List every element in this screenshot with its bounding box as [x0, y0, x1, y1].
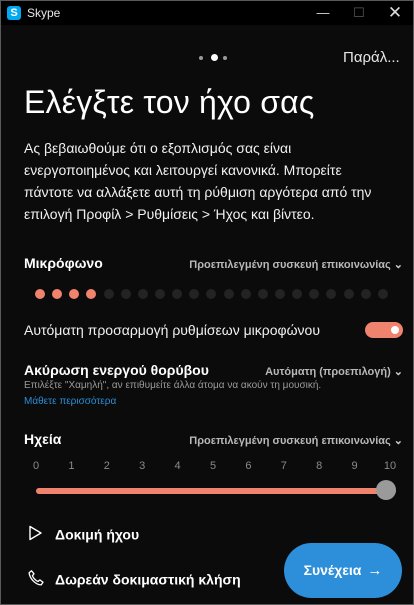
microphone-device-select[interactable]: Προεπιλεγμένη συσκευή επικοινωνίας ⌄: [189, 258, 403, 271]
mic-level-segment: [240, 289, 251, 299]
phone-icon: [27, 569, 47, 590]
play-icon: [27, 525, 47, 544]
mic-level-segment: [120, 289, 131, 299]
continue-button[interactable]: Συνέχεια →: [284, 543, 402, 598]
volume-tick-label: 2: [103, 460, 110, 472]
speakers-device-select[interactable]: Προεπιλεγμένη συσκευή επικοινωνίας ⌄: [189, 434, 403, 447]
chevron-down-icon: ⌄: [393, 259, 403, 271]
volume-tick-label: 10: [383, 460, 397, 472]
page-title: Ελέγξτε τον ήχο σας: [24, 84, 315, 120]
mic-level-segment: [326, 289, 337, 299]
mic-level-segment: [292, 289, 303, 299]
auto-adjust-label: Αυτόματη προσαρμογή ρυθμίσεων μικροφώνου: [24, 322, 320, 338]
page-dot: [223, 56, 227, 60]
chevron-down-icon: ⌄: [393, 435, 403, 447]
free-test-call-button[interactable]: Δωρεάν δοκιμαστική κλήση: [27, 569, 241, 590]
mic-level-segment: [377, 289, 388, 299]
page-indicator: [199, 53, 239, 63]
mic-level-segment: [275, 289, 285, 299]
volume-tick-label: 5: [209, 460, 217, 472]
mic-level-segment: [257, 289, 268, 299]
mic-level-segment: [223, 289, 234, 299]
speakers-device-value: Προεπιλεγμένη συσκευή επικοινωνίας: [189, 435, 391, 447]
speakers-label: Ηχεία: [24, 431, 62, 447]
test-audio-button[interactable]: Δοκιμή ήχου: [27, 525, 139, 544]
skype-logo-icon: S: [7, 6, 21, 20]
close-button[interactable]: ✕: [377, 1, 413, 25]
mic-level-segment: [343, 289, 354, 299]
volume-tick-label: 8: [316, 460, 323, 472]
minimize-button[interactable]: —: [305, 1, 341, 25]
page-dot: [211, 54, 218, 61]
volume-tick-label: 3: [139, 460, 146, 472]
mic-level-segment: [309, 289, 320, 299]
mic-level-segment: [103, 289, 114, 299]
mic-level-segment: [206, 289, 217, 299]
microphone-label: Μικρόφωνο: [24, 255, 103, 271]
microphone-level-meter: [35, 289, 395, 299]
title-bar: S Skype — ☐ ✕: [1, 1, 413, 25]
chevron-down-icon: ⌄: [393, 366, 403, 378]
noise-cancellation-label: Ακύρωση ενεργού θορύβου: [24, 362, 209, 378]
volume-tick-label: 6: [245, 460, 252, 472]
continue-label: Συνέχεια: [303, 562, 362, 578]
volume-tick-label: 7: [280, 460, 287, 472]
skype-window: S Skype — ☐ ✕ Παράλ... Ελέγξτε τον ήχο σ…: [0, 0, 414, 605]
free-test-call-label: Δωρεάν δοκιμαστική κλήση: [55, 571, 241, 588]
speaker-volume-slider[interactable]: [36, 480, 396, 500]
mic-level-segment: [35, 289, 45, 299]
mic-level-segment: [137, 289, 148, 299]
mic-level-segment: [86, 289, 97, 299]
page-description: Ας βεβαιωθούμε ότι ο εξοπλισμός σας είνα…: [24, 140, 372, 222]
slider-thumb[interactable]: [376, 480, 396, 500]
auto-adjust-toggle[interactable]: [365, 322, 403, 338]
toggle-knob: [391, 326, 399, 334]
mic-level-segment: [155, 289, 165, 299]
volume-tick-label: 4: [174, 460, 181, 472]
mic-level-segment: [69, 289, 80, 299]
volume-scale: 0 1 2 3 4 5 6 7 8 9 10: [1, 460, 414, 474]
page-dot: [199, 56, 203, 60]
mic-level-segment: [360, 289, 371, 299]
volume-tick-label: 9: [351, 460, 358, 472]
slider-fill: [36, 488, 396, 494]
test-audio-label: Δοκιμή ήχου: [55, 526, 140, 543]
mic-level-segment: [189, 289, 200, 299]
volume-tick-label: 1: [68, 460, 75, 472]
maximize-button[interactable]: ☐: [341, 1, 377, 25]
arrow-right-icon: →: [367, 562, 383, 579]
window-title: Skype: [27, 6, 61, 20]
mic-level-segment: [172, 289, 183, 299]
noise-cancellation-value: Αυτόματη (προεπιλογή): [265, 366, 391, 378]
skip-button[interactable]: Παράλ...: [343, 49, 400, 66]
learn-more-link[interactable]: Μάθετε περισσότερα: [24, 396, 116, 407]
mic-level-segment: [52, 289, 63, 299]
noise-cancellation-select[interactable]: Αυτόματη (προεπιλογή) ⌄: [265, 365, 403, 378]
volume-tick-label: 0: [32, 460, 40, 472]
microphone-device-value: Προεπιλεγμένη συσκευή επικοινωνίας: [189, 259, 391, 271]
noise-hint: Επιλέξτε "Χαμηλή", αν επιθυμείτε άλλα άτ…: [24, 380, 322, 391]
